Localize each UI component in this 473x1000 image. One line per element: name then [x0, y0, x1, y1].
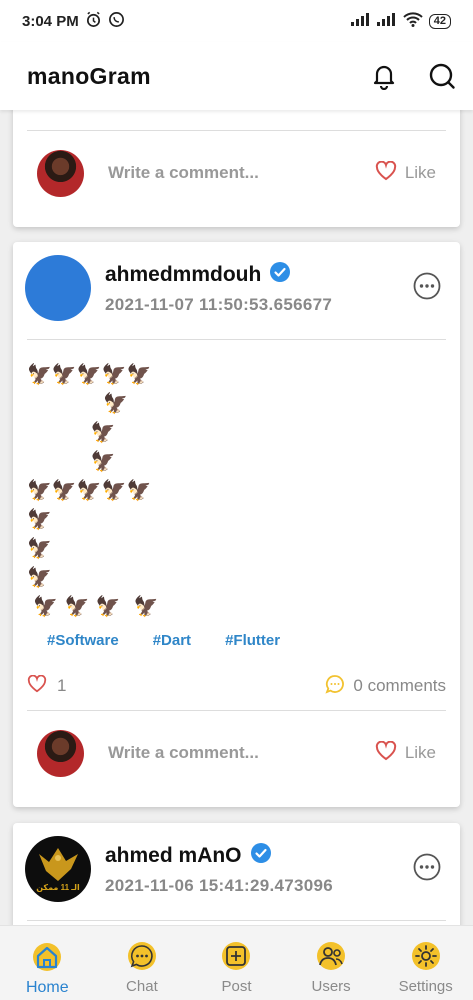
heart-icon — [375, 160, 397, 186]
like-label: Like — [404, 163, 436, 182]
nav-post[interactable]: Post — [189, 926, 284, 1000]
post-header: الـ 11 ممكن ahmed mAnO 2021-11-06 15:41:… — [25, 835, 446, 903]
verified-badge-icon — [269, 261, 291, 289]
comment-row: Write a comment... Like — [13, 138, 460, 208]
search-icon[interactable] — [427, 61, 457, 91]
divider — [27, 130, 446, 131]
write-comment-input[interactable]: Write a comment... — [108, 743, 259, 763]
divider — [27, 920, 446, 921]
nav-settings[interactable]: Settings — [378, 926, 473, 1000]
heart-icon — [375, 740, 397, 766]
post-text: 🦅🦅🦅🦅🦅 🦅 🦅 🦅 🦅🦅🦅🦅🦅 🦅 🦅 🦅 🦅 🦅 🦅 🦅 — [27, 362, 159, 618]
comments-label: 0 comments — [353, 676, 446, 695]
nav-chat[interactable]: Chat — [95, 926, 190, 1000]
whatsapp-icon — [108, 11, 125, 32]
status-bar: 3:04 PM 42 — [0, 0, 473, 42]
nav-settings-label: Settings — [398, 978, 453, 995]
post-header: ahmedmmdouh 2021-11-07 11:50:53.656677 — [25, 254, 446, 322]
author-name[interactable]: ahmed mAnO — [105, 844, 242, 868]
current-user-avatar — [37, 729, 84, 777]
post-icon — [219, 940, 253, 976]
nav-home[interactable]: Home — [0, 926, 95, 1000]
comment-bubble-icon — [325, 674, 345, 699]
comments-count[interactable]: 0 comments — [325, 674, 446, 699]
post-card: الـ 11 ممكن ahmed mAnO 2021-11-06 15:41:… — [13, 823, 460, 925]
eagle-logo-icon — [39, 848, 78, 881]
post-stats — [13, 110, 460, 126]
battery-icon: 42 — [428, 13, 451, 29]
app-title: manoGram — [27, 62, 151, 89]
settings-icon — [409, 940, 443, 976]
users-icon — [314, 940, 348, 976]
alarm-icon — [85, 11, 102, 32]
home-icon — [30, 940, 64, 977]
author-name[interactable]: ahmedmmdouh — [105, 263, 261, 287]
bottom-navigation: Home Chat Post Users Settings — [0, 925, 473, 1000]
heart-icon — [27, 674, 47, 698]
nav-chat-label: Chat — [126, 978, 158, 995]
tag-dart[interactable]: #Dart — [153, 632, 191, 649]
feed[interactable]: Write a comment... Like ahmedmmdouh 2021… — [0, 110, 473, 925]
comment-row: Write a comment... Like — [13, 718, 460, 788]
divider — [27, 710, 446, 711]
post-card: Write a comment... Like — [13, 110, 460, 227]
like-button[interactable]: Like — [375, 740, 436, 766]
notifications-bell-icon[interactable] — [369, 61, 399, 91]
signal-icon — [350, 12, 371, 30]
like-label: Like — [404, 743, 436, 762]
post-date: 2021-11-07 11:50:53.656677 — [105, 295, 333, 314]
status-time: 3:04 PM — [22, 12, 79, 30]
verified-badge-icon — [250, 842, 272, 870]
author-avatar[interactable]: الـ 11 ممكن — [25, 836, 91, 902]
author-avatar[interactable] — [25, 255, 91, 321]
likes-count[interactable]: 1 — [27, 674, 67, 698]
post-card: ahmedmmdouh 2021-11-07 11:50:53.656677 🦅… — [13, 242, 460, 807]
post-tags: #Software #Dart #Flutter — [47, 632, 280, 649]
nav-post-label: Post — [221, 978, 252, 995]
chat-icon — [125, 940, 159, 976]
app-bar: manoGram — [0, 42, 473, 110]
post-date: 2021-11-06 15:41:29.473096 — [105, 876, 334, 895]
like-button[interactable]: Like — [375, 160, 436, 186]
signal-icon-2 — [376, 12, 397, 30]
tag-software[interactable]: #Software — [47, 632, 119, 649]
more-options-icon[interactable] — [412, 271, 442, 306]
current-user-avatar — [37, 149, 84, 197]
divider — [27, 339, 446, 340]
tag-flutter[interactable]: #Flutter — [225, 632, 280, 649]
nav-home-label: Home — [25, 979, 69, 996]
nav-users-label: Users — [311, 978, 351, 995]
wifi-icon — [403, 11, 423, 31]
likes-number: 1 — [57, 676, 67, 695]
write-comment-input[interactable]: Write a comment... — [108, 163, 259, 183]
nav-users[interactable]: Users — [284, 926, 379, 1000]
more-options-icon[interactable] — [412, 852, 442, 887]
post-stats: 1 0 comments — [13, 668, 460, 704]
avatar-caption: الـ 11 ممكن — [36, 883, 80, 892]
